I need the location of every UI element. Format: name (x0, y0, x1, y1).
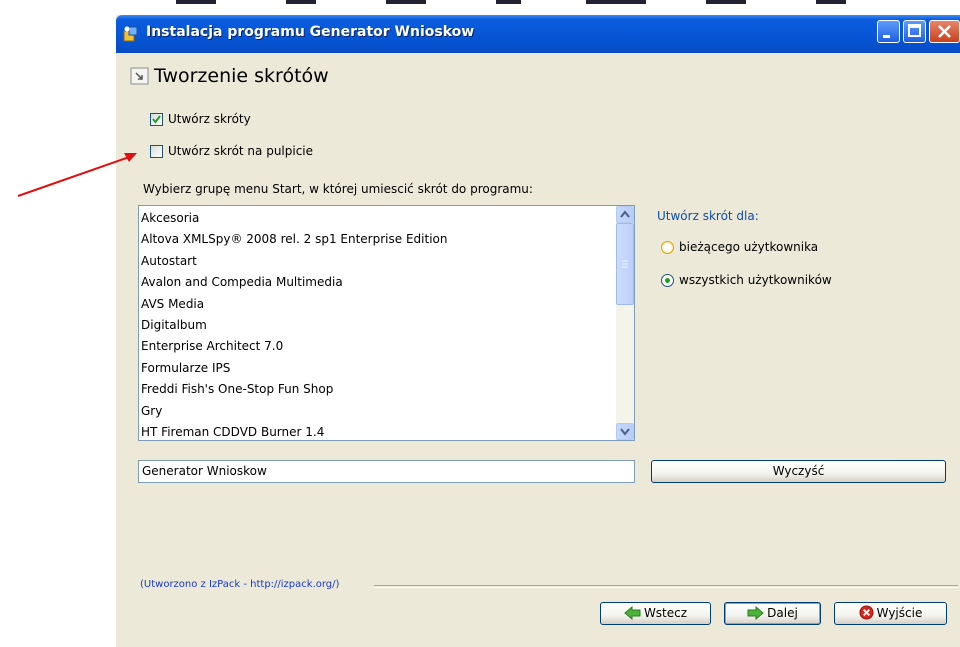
create-shortcuts-checkbox[interactable] (150, 113, 163, 126)
scroll-down-button[interactable] (616, 423, 634, 440)
list-item[interactable]: AVS Media (141, 294, 613, 315)
grip-icon (622, 260, 628, 268)
list-item[interactable]: Freddi Fish's One-Stop Fun Shop (141, 379, 613, 400)
desktop-shortcut-label[interactable]: Utwórz skrót na pulpicie (168, 144, 313, 158)
minimize-button[interactable] (877, 20, 900, 43)
program-group-list[interactable]: Akcesoria Altova XMLSpy® 2008 rel. 2 sp1… (138, 205, 635, 441)
current-user-label[interactable]: bieżącego użytkownika (679, 240, 818, 254)
maximize-button[interactable] (903, 20, 926, 43)
checkmark-icon (152, 115, 161, 124)
exit-label: Wyjście (876, 606, 923, 620)
next-label: Dalej (767, 606, 798, 620)
list-item[interactable]: Digitalbum (141, 315, 613, 336)
current-user-radio[interactable] (661, 241, 674, 254)
izpack-credit: (Utworzono z IzPack - http://izpack.org/… (140, 579, 340, 590)
stop-icon (859, 605, 874, 620)
chevron-down-icon (620, 428, 630, 436)
chevron-up-icon (620, 210, 630, 218)
page-title: Tworzenie skrótów (154, 65, 329, 87)
list-scrollbar[interactable] (616, 206, 634, 440)
annotation-arrow (17, 153, 137, 197)
list-item[interactable]: Altova XMLSpy® 2008 rel. 2 sp1 Enterpris… (141, 229, 613, 250)
exit-button[interactable]: Wyjście (834, 602, 947, 625)
close-button[interactable] (929, 20, 960, 43)
title-bar[interactable]: Instalacja programu Generator Wnioskow (116, 15, 960, 53)
scroll-up-button[interactable] (616, 206, 634, 223)
clear-button[interactable]: Wyczyść (651, 460, 946, 483)
window-title: Instalacja programu Generator Wnioskow (146, 24, 475, 40)
list-item[interactable]: Formularze IPS (141, 358, 613, 379)
all-users-label[interactable]: wszystkich użytkowników (679, 273, 832, 287)
next-button[interactable]: Dalej (724, 602, 821, 625)
list-item[interactable]: Avalon and Compedia Multimedia (141, 272, 613, 293)
maximize-icon (908, 24, 921, 37)
list-item[interactable]: Enterprise Architect 7.0 (141, 336, 613, 357)
back-button[interactable]: Wstecz (600, 602, 711, 625)
close-icon (938, 25, 951, 38)
desktop-shortcut-checkbox[interactable] (150, 145, 163, 158)
list-item[interactable]: HT Fireman CDDVD Burner 1.4 (141, 422, 613, 440)
arrow-left-icon (624, 605, 641, 620)
create-shortcuts-label[interactable]: Utwórz skróty (168, 112, 251, 126)
list-item[interactable]: Akcesoria (141, 208, 613, 229)
screen-top-strip (116, 0, 960, 15)
list-item[interactable]: Autostart (141, 251, 613, 272)
program-group-label: Wybierz grupę menu Start, w której umies… (143, 182, 533, 196)
list-item[interactable]: Gry (141, 401, 613, 422)
footer-divider (374, 585, 958, 588)
shortcut-for-label: Utwórz skrót dla: (657, 209, 759, 223)
installer-window: Instalacja programu Generator Wnioskow T… (116, 0, 960, 647)
back-label: Wstecz (643, 606, 688, 620)
all-users-radio[interactable] (661, 274, 674, 287)
arrow-right-icon (747, 605, 764, 620)
scroll-thumb[interactable] (616, 223, 634, 305)
minimize-icon (883, 35, 890, 38)
program-group-name-field[interactable]: Generator Wnioskow (138, 460, 635, 483)
